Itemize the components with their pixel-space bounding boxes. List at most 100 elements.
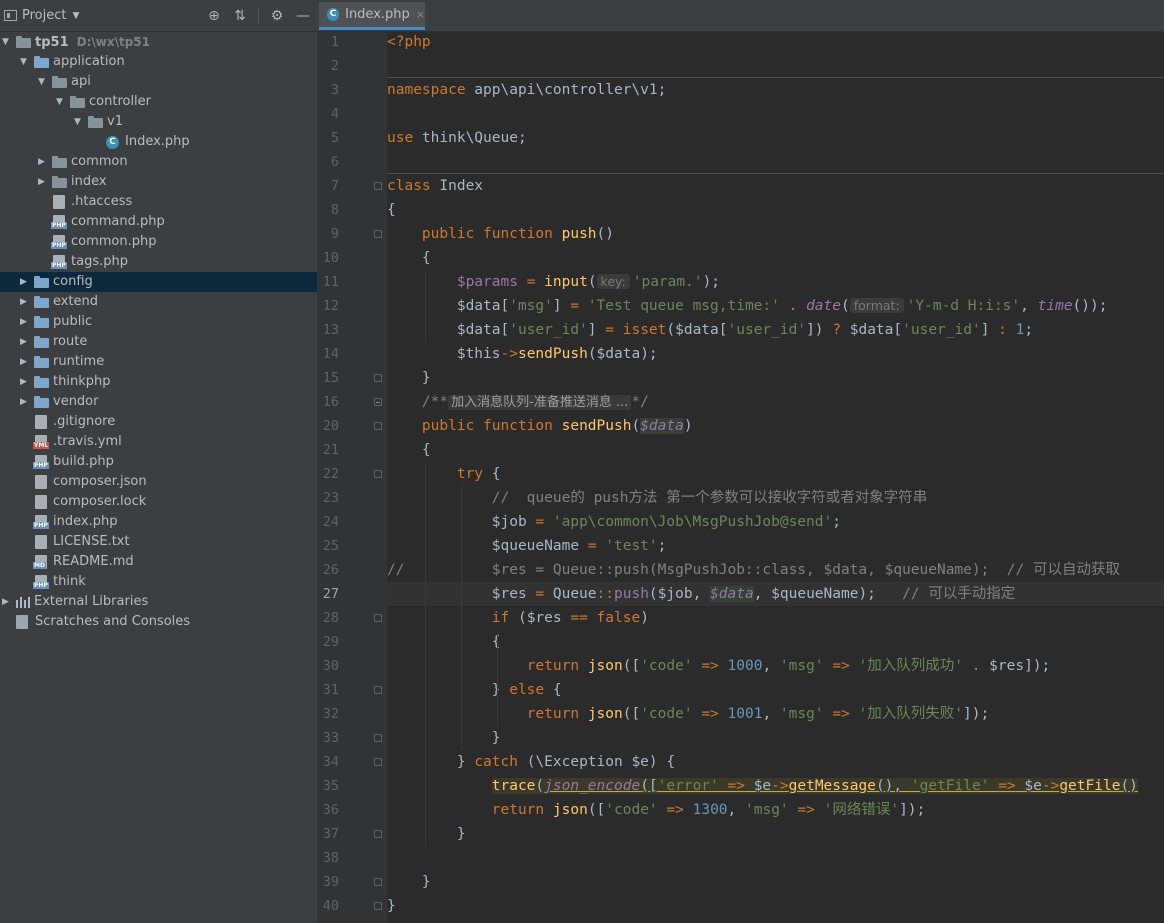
code-line[interactable]: } [387,870,1164,894]
code-editor[interactable]: <?php namespace app\api\controller\v1; use… [387,32,1164,923]
chevron-right-icon[interactable]: ▶ [20,332,27,352]
tree-item[interactable]: .gitignore [0,412,317,432]
tree-item[interactable]: composer.lock [0,492,317,512]
fold-marker-icon[interactable] [374,470,382,478]
code-line[interactable]: } [387,894,1164,918]
chevron-right-icon[interactable]: ▶ [38,152,45,172]
code-line[interactable]: $res = Queue::push($job, $data, $queueNa… [387,582,1164,606]
tree-item[interactable]: PHP common.php [0,232,317,252]
crosshair-icon[interactable]: ⊕ [206,8,222,24]
chevron-down-icon[interactable]: ▼ [20,52,27,72]
code-line[interactable] [387,102,1164,126]
chevron-down-icon[interactable]: ▼ [74,112,81,132]
fold-marker-icon[interactable] [374,758,382,766]
tree-item[interactable]: ▶ config [0,272,317,292]
fold-marker-icon[interactable] [374,398,382,406]
tree-item[interactable]: PHP build.php [0,452,317,472]
fold-marker-icon[interactable] [374,374,382,382]
fold-marker-icon[interactable] [374,230,382,238]
code-line[interactable]: return json(['code' => 1000, 'msg' => '加… [387,654,1164,678]
code-line[interactable]: { [387,198,1164,222]
code-line[interactable]: return json(['code' => 1001, 'msg' => '加… [387,702,1164,726]
tree-item[interactable]: composer.json [0,472,317,492]
fold-marker-icon[interactable] [374,830,382,838]
editor-gutter[interactable]: 1 2 3 4 5 6 7 8 9 10 11 12 13 14 15 16 20 21 22 23 24 25 26 27 2… [317,32,405,923]
tree-item[interactable]: Scratches and Consoles [0,612,317,632]
tree-item[interactable]: ▶ common [0,152,317,172]
code-line[interactable]: { [387,630,1164,654]
chevron-right-icon[interactable]: ▶ [2,592,9,612]
code-line[interactable]: $queueName = 'test'; [387,534,1164,558]
fold-marker-icon[interactable] [374,734,382,742]
tree-item[interactable]: .htaccess [0,192,317,212]
fold-marker-icon[interactable] [374,182,382,190]
code-line[interactable]: try { [387,462,1164,486]
tree-item[interactable]: ▶ public [0,312,317,332]
tree-item[interactable]: MD README.md [0,552,317,572]
tree-item[interactable]: ▶ thinkphp [0,372,317,392]
tree-item[interactable]: YML .travis.yml [0,432,317,452]
chevron-right-icon[interactable]: ▶ [20,392,27,412]
chevron-right-icon[interactable]: ▶ [20,312,27,332]
collapse-icon[interactable]: ⇅ [232,8,248,24]
code-line[interactable]: { [387,438,1164,462]
fold-marker-icon[interactable] [374,686,382,694]
chevron-right-icon[interactable]: ▶ [20,272,27,292]
fold-marker-icon[interactable] [374,878,382,886]
chevron-down-icon[interactable]: ▼ [56,92,63,112]
chevron-right-icon[interactable]: ▶ [38,172,45,192]
code-line[interactable]: $data['user_id'] = isset($data['user_id'… [387,318,1164,342]
minimize-icon[interactable]: — [295,8,311,24]
tree-item[interactable]: PHP tags.php [0,252,317,272]
code-line[interactable]: <?php [387,32,1164,54]
tree-item[interactable]: ▶ extend [0,292,317,312]
code-line[interactable]: trace(json_encode(['error' => $e->getMes… [387,774,1164,798]
code-line[interactable]: if ($res == false) [387,606,1164,630]
tab-index-php[interactable]: C Index.php × [319,2,425,30]
code-line[interactable]: } else { [387,678,1164,702]
tree-item[interactable]: LICENSE.txt [0,532,317,552]
tree-item[interactable]: PHP think [0,572,317,592]
code-line[interactable] [387,54,1164,78]
tree-item[interactable]: ▼ v1 [0,112,317,132]
code-line[interactable]: class Index [387,174,1164,198]
chevron-right-icon[interactable]: ▶ [20,372,27,392]
code-line[interactable]: use think\Queue; [387,126,1164,150]
chevron-right-icon[interactable]: ▶ [20,292,27,312]
project-panel-title[interactable]: Project [22,8,66,23]
code-line[interactable]: } [387,822,1164,846]
tree-item[interactable]: ▶ External Libraries [0,592,317,612]
code-line[interactable]: return json(['code' => 1300, 'msg' => '网… [387,798,1164,822]
chevron-down-icon[interactable]: ▼ [72,11,79,21]
code-line[interactable]: $params = input(key:'param.'); [387,270,1164,294]
tree-item[interactable]: ▼ application [0,52,317,72]
code-line[interactable] [387,846,1164,870]
fold-marker-icon[interactable] [374,422,382,430]
code-line[interactable]: $this->sendPush($data); [387,342,1164,366]
gear-icon[interactable]: ⚙ [269,8,285,24]
tree-item[interactable]: ▶ vendor [0,392,317,412]
code-line[interactable]: } [387,726,1164,750]
chevron-down-icon[interactable]: ▼ [38,72,45,92]
code-line[interactable]: // $res = Queue::push(MsgPushJob::class,… [387,558,1164,582]
tree-item[interactable]: ▶ route [0,332,317,352]
tree-item[interactable]: ▶ runtime [0,352,317,372]
code-line[interactable]: $job = 'app\common\Job\MsgPushJob@send'; [387,510,1164,534]
code-line[interactable]: $data['msg'] = 'Test queue msg,time:' . … [387,294,1164,318]
code-line[interactable]: /** 加入消息队列-准备推送消息 ... */ [387,390,1164,414]
fold-marker-icon[interactable] [374,614,382,622]
tree-item[interactable]: ▶ index [0,172,317,192]
chevron-down-icon[interactable]: ▼ [2,32,9,52]
code-line[interactable]: public function sendPush($data) [387,414,1164,438]
code-line[interactable]: public function push() [387,222,1164,246]
code-line[interactable]: { [387,246,1164,270]
tree-item[interactable]: C Index.php [0,132,317,152]
code-line[interactable]: namespace app\api\controller\v1; [387,78,1164,102]
tree-item[interactable]: ▼ tp51 D:\wx\tp51 [0,32,317,52]
code-line[interactable]: // queue的 push方法 第一个参数可以接收字符或者对象字符串 [387,486,1164,510]
chevron-right-icon[interactable]: ▶ [20,352,27,372]
tree-item[interactable]: PHP index.php [0,512,317,532]
tree-item[interactable]: ▼ api [0,72,317,92]
fold-marker-icon[interactable] [374,902,382,910]
code-line[interactable]: } [387,366,1164,390]
